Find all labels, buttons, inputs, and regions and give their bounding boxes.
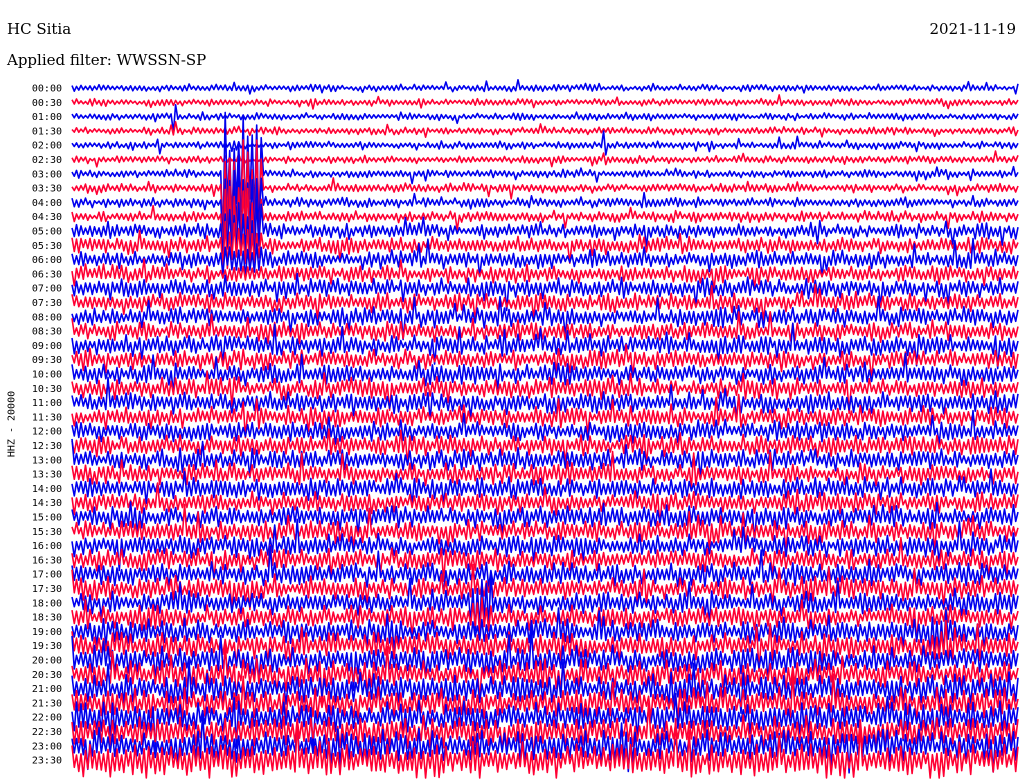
- tick-label-0830: 08:30: [32, 327, 62, 338]
- trace-row-0230: [71, 150, 1019, 168]
- tick-label-2200: 22:00: [32, 713, 62, 724]
- tick-label-0930: 09:30: [32, 355, 62, 366]
- tick-label-0200: 02:00: [32, 141, 62, 152]
- tick-label-0700: 07:00: [32, 284, 62, 295]
- tick-label-1430: 14:30: [32, 498, 62, 509]
- helicorder-plot: 00:00 00:30 01:00 01:30 02:00 02:30 03:00 03:30…: [32, 79, 1019, 779]
- tick-label-1230: 12:30: [32, 441, 62, 452]
- tick-label-0730: 07:30: [32, 298, 62, 309]
- tick-label-0100: 01:00: [32, 112, 62, 123]
- tick-label-1530: 15:30: [32, 527, 62, 538]
- tick-label-0230: 02:30: [32, 155, 62, 166]
- tick-label-1930: 19:30: [32, 641, 62, 652]
- trace-row-0200: [71, 130, 1019, 156]
- tick-label-1500: 15:00: [32, 513, 62, 524]
- tick-label-1000: 10:00: [32, 370, 62, 381]
- tick-label-1400: 14:00: [32, 484, 62, 495]
- tick-label-0400: 04:00: [32, 198, 62, 209]
- tick-label-1600: 16:00: [32, 541, 62, 552]
- tick-label-0500: 05:00: [32, 227, 62, 238]
- tick-label-0300: 03:00: [32, 169, 62, 180]
- tick-label-1330: 13:30: [32, 470, 62, 481]
- tick-label-2330: 23:30: [32, 756, 62, 767]
- tick-label-0530: 05:30: [32, 241, 62, 252]
- tick-label-2230: 22:30: [32, 727, 62, 738]
- tick-label-0630: 06:30: [32, 269, 62, 280]
- tick-label-1130: 11:30: [32, 412, 62, 423]
- tick-label-0000: 00:00: [32, 84, 62, 95]
- trace-row-0500: [71, 198, 1019, 263]
- tick-label-1030: 10:30: [32, 384, 62, 395]
- tick-label-0800: 08:00: [32, 312, 62, 323]
- tick-label-2100: 21:00: [32, 684, 62, 695]
- tick-label-0030: 00:30: [32, 98, 62, 109]
- tick-label-1830: 18:30: [32, 613, 62, 624]
- tick-label-1800: 18:00: [32, 598, 62, 609]
- trace-group: [71, 79, 1019, 779]
- tick-label-2000: 20:00: [32, 656, 62, 667]
- trace-row-1000: [71, 352, 1019, 394]
- tick-label-1630: 16:30: [32, 555, 62, 566]
- tick-label-1730: 17:30: [32, 584, 62, 595]
- tick-label-2130: 21:30: [32, 698, 62, 709]
- trace-row-0000: [71, 79, 1019, 95]
- tick-label-2300: 23:00: [32, 741, 62, 752]
- time-tick-labels: 00:00 00:30 01:00 01:30 02:00 02:30 03:00 03:30…: [32, 84, 62, 767]
- tick-label-1700: 17:00: [32, 570, 62, 581]
- tick-label-1100: 11:00: [32, 398, 62, 409]
- tick-label-1900: 19:00: [32, 627, 62, 638]
- tick-label-1200: 12:00: [32, 427, 62, 438]
- trace-row-0130: [71, 121, 1019, 138]
- tick-label-0900: 09:00: [32, 341, 62, 352]
- tick-label-1300: 13:00: [32, 455, 62, 466]
- tick-label-0130: 01:30: [32, 126, 62, 137]
- tick-label-2030: 20:30: [32, 670, 62, 681]
- tick-label-0330: 03:30: [32, 184, 62, 195]
- tick-label-0430: 04:30: [32, 212, 62, 223]
- tick-label-0600: 06:00: [32, 255, 62, 266]
- trace-row-1900: [71, 607, 1019, 655]
- trace-row-0030: [71, 94, 1019, 110]
